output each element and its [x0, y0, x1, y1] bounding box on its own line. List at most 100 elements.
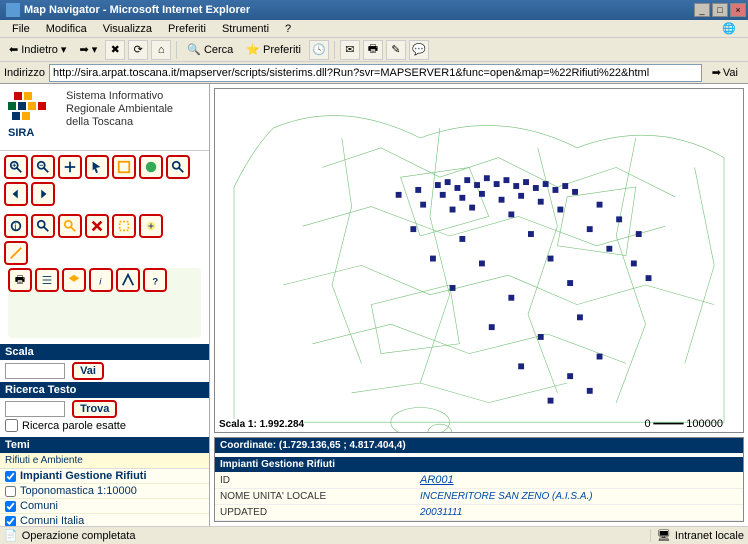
address-input[interactable]: [49, 64, 702, 82]
scale-header: Scala: [0, 344, 209, 360]
svg-text:?: ?: [152, 276, 158, 287]
zoom-out-icon[interactable]: [31, 155, 55, 179]
svg-text:i: i: [14, 222, 16, 233]
forward-button[interactable]: ➡ ▾: [74, 41, 102, 58]
close-button[interactable]: ×: [730, 3, 746, 17]
svg-text:SIRA: SIRA: [8, 127, 34, 139]
full-extent-icon[interactable]: [112, 155, 136, 179]
menu-help[interactable]: ?: [277, 21, 299, 37]
back-button[interactable]: ⬅ Indietro ▾: [4, 41, 71, 58]
menu-file[interactable]: File: [4, 21, 38, 37]
theme-checkbox[interactable]: [5, 471, 16, 482]
window-title: Map Navigator - Microsoft Internet Explo…: [24, 4, 250, 16]
table-row: UPDATED20031111: [215, 505, 743, 521]
globe-icon[interactable]: [139, 155, 163, 179]
theme-row[interactable]: Comuni Italia: [0, 514, 209, 526]
theme-row[interactable]: Impianti Gestione Rifiuti: [0, 469, 209, 484]
results-header: Impianti Gestione Rifiuti: [215, 457, 743, 472]
refresh-button[interactable]: ⟳: [128, 40, 148, 60]
address-label: Indirizzo: [4, 67, 45, 79]
menubar: File Modifica Visualizza Preferiti Strum…: [0, 20, 748, 38]
themes-subheader: Rifiuti e Ambiente: [0, 453, 209, 469]
select-add-icon[interactable]: [139, 214, 163, 238]
zoom-layer-icon[interactable]: [166, 155, 190, 179]
map-area[interactable]: Scala 1: 1.992.284 0 ━━━━━ 100000: [214, 88, 744, 433]
toolbar: ⬅ Indietro ▾ ➡ ▾ ✖ ⟳ ⌂ 🔍 Cerca ⭐ Preferi…: [0, 38, 748, 62]
search-map-icon[interactable]: [31, 214, 55, 238]
titlebar: Map Navigator - Microsoft Internet Explo…: [0, 0, 748, 20]
result-value[interactable]: AR001: [415, 472, 743, 489]
favorites-button[interactable]: ⭐ Preferiti: [241, 41, 306, 58]
ie-icon: [6, 3, 20, 17]
sidebar: SIRA Sistema Informativo Regionale Ambie…: [0, 84, 210, 526]
measure-icon[interactable]: [4, 241, 28, 265]
stop-button[interactable]: ✖: [105, 40, 125, 60]
ie-logo-icon: 🌐: [714, 20, 744, 37]
result-value: INCENERITORE SAN ZENO (A.I.S.A.): [415, 489, 743, 505]
clear-icon[interactable]: [85, 214, 109, 238]
menu-view[interactable]: Visualizza: [95, 21, 160, 37]
info-tool-icon[interactable]: i: [89, 268, 113, 292]
theme-checkbox[interactable]: [5, 501, 16, 512]
identify-icon[interactable]: i: [4, 214, 28, 238]
maximize-button[interactable]: □: [712, 3, 728, 17]
prev-view-icon[interactable]: [4, 182, 28, 206]
theme-row[interactable]: Comuni: [0, 499, 209, 514]
statusbar: 📄 Operazione completata 🖥 Intranet local…: [0, 526, 748, 544]
menu-edit[interactable]: Modifica: [38, 21, 95, 37]
search-find-button[interactable]: Trova: [72, 400, 117, 418]
exact-words-checkbox[interactable]: [5, 419, 18, 432]
menu-tools[interactable]: Strumenti: [214, 21, 277, 37]
pointer-icon[interactable]: [85, 155, 109, 179]
result-key: NOME UNITA' LOCALE: [215, 489, 415, 505]
search-input[interactable]: [5, 401, 65, 417]
home-button[interactable]: ⌂: [151, 40, 171, 60]
theme-link[interactable]: Comuni: [20, 500, 58, 512]
zone-text: Intranet locale: [675, 530, 744, 542]
theme-checkbox[interactable]: [5, 486, 16, 497]
select-rect-icon[interactable]: [112, 214, 136, 238]
theme-link[interactable]: Comuni Italia: [20, 515, 84, 526]
table-row: IDAR001: [215, 472, 743, 489]
search-header: Ricerca Testo: [0, 382, 209, 398]
logo: SIRA Sistema Informativo Regionale Ambie…: [0, 84, 209, 151]
minimize-button[interactable]: _: [694, 3, 710, 17]
search-button[interactable]: 🔍 Cerca: [182, 41, 238, 58]
pan-icon[interactable]: [58, 155, 82, 179]
help-tool-icon[interactable]: ?: [143, 268, 167, 292]
find-icon[interactable]: [58, 214, 82, 238]
go-button[interactable]: ➡ Vai: [706, 65, 744, 80]
edit-button[interactable]: ✎: [386, 40, 406, 60]
table-row: NOME UNITA' LOCALEINCENERITORE SAN ZENO …: [215, 489, 743, 505]
results-table: IDAR001NOME UNITA' LOCALEINCENERITORE SA…: [215, 472, 743, 521]
zone-icon: 🖥: [657, 529, 671, 542]
map-scale-bar: 0 ━━━━━ 100000: [644, 418, 723, 430]
legend-icon[interactable]: [35, 268, 59, 292]
logo-line2: Regionale Ambientale: [66, 103, 173, 116]
mail-button[interactable]: ✉: [340, 40, 360, 60]
theme-checkbox[interactable]: [5, 516, 16, 527]
main-panel: Scala 1: 1.992.284 0 ━━━━━ 100000 Coordi…: [210, 84, 748, 526]
map-canvas[interactable]: [215, 89, 743, 432]
address-bar: Indirizzo ➡ Vai: [0, 62, 748, 84]
layers-icon[interactable]: [62, 268, 86, 292]
result-value: 20031111: [415, 505, 743, 521]
zoom-in-icon[interactable]: [4, 155, 28, 179]
scale-go-button[interactable]: Vai: [72, 362, 104, 380]
next-view-icon[interactable]: [31, 182, 55, 206]
menu-favorites[interactable]: Preferiti: [160, 21, 214, 37]
discuss-button[interactable]: 💬: [409, 40, 429, 60]
draw-icon[interactable]: [116, 268, 140, 292]
theme-link[interactable]: Impianti Gestione Rifiuti: [20, 470, 147, 482]
done-icon: 📄: [4, 529, 18, 542]
map-scale-label: Scala 1: 1.992.284: [219, 419, 304, 430]
history-button[interactable]: 🕓: [309, 40, 329, 60]
print-button[interactable]: 🖶: [363, 40, 383, 60]
theme-link[interactable]: Toponomastica 1:10000: [20, 485, 137, 497]
info-panel: Coordinate: (1.729.136,65 ; 4.817.404,4)…: [214, 437, 744, 522]
print-tool-icon[interactable]: 🖶: [8, 268, 32, 292]
themes-header: Temi: [0, 437, 209, 453]
result-key: ID: [215, 472, 415, 489]
scale-input[interactable]: [5, 363, 65, 379]
theme-row[interactable]: Toponomastica 1:10000: [0, 484, 209, 499]
